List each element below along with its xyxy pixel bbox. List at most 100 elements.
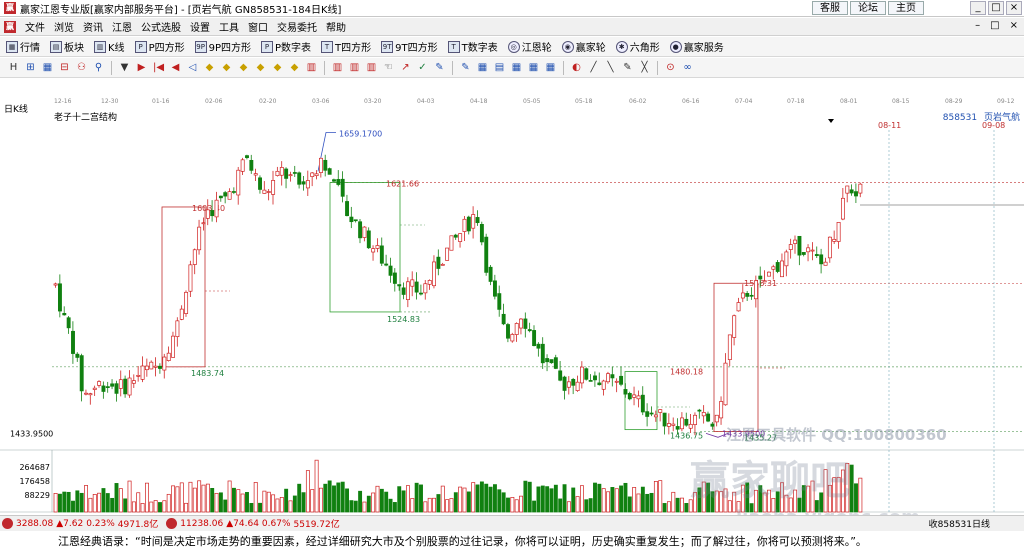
mdi-close-button[interactable]: × [1010, 20, 1018, 31]
menu-help[interactable]: 帮助 [326, 19, 346, 34]
sectors-button[interactable]: ▤ 板块 [50, 39, 84, 54]
draw-tool-icon[interactable]: ▥ [364, 60, 379, 75]
draw-tool-icon[interactable]: ╲ [603, 60, 618, 75]
draw-tool-icon[interactable]: ╱ [586, 60, 601, 75]
draw-tool-icon[interactable]: ✎ [432, 60, 447, 75]
candle-body [675, 426, 680, 430]
draw-tool-icon[interactable]: ✎ [458, 60, 473, 75]
watermark-text: 江恩工具软件 QQ:100800360 [726, 426, 947, 444]
close-button[interactable]: × [1006, 1, 1022, 15]
draw-tool-icon[interactable]: ◆ [219, 60, 234, 75]
t-table-icon: T [447, 40, 460, 53]
draw-tool-icon[interactable]: ╳ [637, 60, 652, 75]
draw-tool-icon[interactable]: ⊙ [663, 60, 678, 75]
candle-body [432, 261, 437, 287]
candle-body [497, 293, 502, 310]
draw-tool-icon[interactable]: ▶ [134, 60, 149, 75]
volume-bar [158, 502, 162, 513]
forum-link[interactable]: 论坛 [850, 1, 886, 15]
volume-bar [92, 494, 97, 513]
t-square-button[interactable]: T T四方形 [321, 39, 371, 54]
draw-tool-icon[interactable]: ▥ [347, 60, 362, 75]
minimize-button[interactable]: _ [970, 1, 986, 15]
menu-trade[interactable]: 交易委托 [277, 19, 317, 34]
menu-file[interactable]: 文件 [25, 19, 45, 34]
candle-body [501, 313, 506, 325]
draw-tool-icon[interactable]: ◆ [236, 60, 251, 75]
draw-tool-icon[interactable]: ✎ [620, 60, 635, 75]
menu-formula[interactable]: 公式选股 [141, 19, 181, 34]
draw-tool-icon[interactable]: |◀ [151, 60, 166, 75]
candle-body [340, 178, 345, 197]
candle-body [97, 381, 102, 386]
draw-tool-icon[interactable]: ⚇ [74, 60, 89, 75]
index1-stat[interactable]: 3288.08 ▲7.62 0.23% 4971.8亿 [2, 517, 158, 530]
draw-tool-icon[interactable]: ∞ [680, 60, 695, 75]
volume-bar [597, 483, 602, 513]
draw-tool-icon[interactable]: ▦ [475, 60, 490, 75]
hexagon-button[interactable]: ✱ 六角形 [615, 39, 660, 54]
candle-body [797, 235, 802, 256]
candle-body [701, 412, 706, 417]
draw-tool-icon[interactable]: ▤ [492, 60, 507, 75]
home-link[interactable]: 主页 [888, 1, 924, 15]
volume-bar [240, 493, 245, 513]
draw-tool-icon[interactable]: ◀ [168, 60, 183, 75]
9t-square-button[interactable]: 9T 9T四方形 [381, 39, 438, 54]
draw-tool-icon[interactable]: ↗ [398, 60, 413, 75]
draw-tool-icon[interactable]: ⚲ [91, 60, 106, 75]
volume-bar [366, 495, 371, 513]
support-link[interactable]: 客服 [812, 1, 848, 15]
draw-tool-icon[interactable]: ⊞ [23, 60, 38, 75]
draw-tool-icon[interactable]: ◐ [569, 60, 584, 75]
9p-square-label: 9P四方形 [208, 43, 251, 54]
draw-tool-icon[interactable]: ▥ [304, 60, 319, 75]
t-table-button[interactable]: T T数字表 [447, 39, 498, 54]
volume-bar [179, 482, 184, 513]
draw-tool-icon[interactable]: ✓ [415, 60, 430, 75]
draw-tool-icon[interactable]: ◆ [202, 60, 217, 75]
candle-body [353, 219, 358, 222]
winner-wheel-button[interactable]: ◉ 赢家轮 [561, 39, 606, 54]
service-label: 赢家服务 [683, 43, 724, 54]
draw-tool-icon[interactable]: ▦ [40, 60, 55, 75]
draw-tool-icon[interactable]: ☜ [381, 60, 396, 75]
draw-tool-icon[interactable]: H [6, 60, 21, 75]
draw-tool-icon[interactable]: ▦ [526, 60, 541, 75]
p-square-button[interactable]: P P四方形 [134, 39, 185, 54]
mdi-restore-button[interactable]: □ [990, 20, 999, 31]
menu-browse[interactable]: 浏览 [54, 19, 74, 34]
menu-window[interactable]: 窗口 [248, 19, 268, 34]
menu-settings[interactable]: 设置 [190, 19, 210, 34]
gann-wheel-button[interactable]: ◎ 江恩轮 [507, 39, 552, 54]
draw-tool-icon[interactable]: ◆ [253, 60, 268, 75]
candle-body [471, 214, 476, 229]
draw-tool-icon[interactable]: ◁ [185, 60, 200, 75]
hexagon-icon: ✱ [615, 40, 628, 53]
9p-square-button[interactable]: 9P 9P四方形 [194, 39, 251, 54]
kline-button[interactable]: ▥ K线 [94, 39, 125, 54]
draw-tool-icon[interactable]: ⊟ [57, 60, 72, 75]
candle-body [819, 254, 824, 265]
volume-bar [458, 486, 463, 513]
candle-body [336, 179, 341, 185]
index2-change: ▲74.64 [226, 518, 259, 529]
quotes-button[interactable]: ▦ 行情 [6, 39, 40, 54]
menu-tools[interactable]: 工具 [219, 19, 239, 34]
volume-bar [649, 492, 654, 513]
draw-tool-icon[interactable]: ◆ [287, 60, 302, 75]
draw-tool-icon[interactable]: ▦ [509, 60, 524, 75]
menu-info[interactable]: 资讯 [83, 19, 103, 34]
draw-tool-icon[interactable]: ▥ [330, 60, 345, 75]
kline-chart[interactable]: 08-11 09-081659.17001603.401621.661524.83… [0, 100, 1024, 520]
draw-tool-icon[interactable]: ◆ [270, 60, 285, 75]
draw-tool-icon[interactable]: ▦ [543, 60, 558, 75]
draw-tool-icon[interactable]: ▼ [117, 60, 132, 75]
p-table-button[interactable]: P P数字表 [261, 39, 311, 54]
maximize-button[interactable]: □ [988, 1, 1004, 15]
menu-gann[interactable]: 江恩 [112, 19, 132, 34]
index2-stat[interactable]: 11238.06 ▲74.64 0.67% 5519.72亿 [166, 517, 340, 530]
service-button[interactable]: ● 赢家服务 [669, 39, 724, 54]
candle-body [149, 361, 154, 370]
mdi-minimize-button[interactable]: – [975, 20, 980, 31]
